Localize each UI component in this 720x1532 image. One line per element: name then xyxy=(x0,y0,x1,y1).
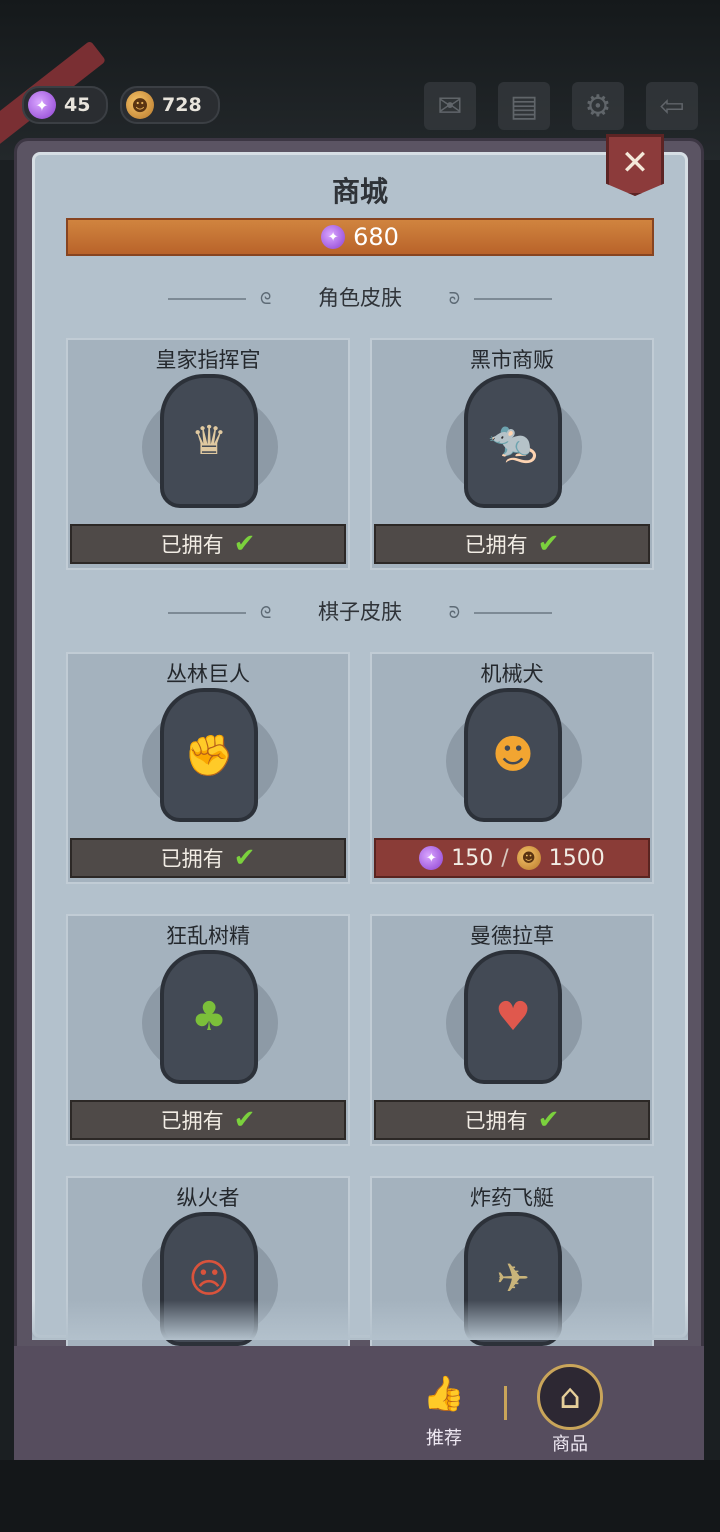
skin-card[interactable]: 丛林巨人 ✊ 已拥有 ✔ xyxy=(66,652,350,884)
skin-card[interactable]: 机械犬 ☻ ✦ 150 / ☻ 1500 xyxy=(370,652,654,884)
tab-goods[interactable]: ⌂ 商品 xyxy=(530,1364,610,1456)
skin-name: 皇家指挥官 xyxy=(155,348,261,372)
tab-goods-label: 商品 xyxy=(552,1434,588,1455)
gear-icon[interactable]: ⚙ xyxy=(572,82,624,130)
mech-dog-portrait: ☻ xyxy=(464,688,562,822)
skin-name: 机械犬 xyxy=(480,662,544,686)
section-header-character-skins: ᘓ 角色皮肤 ᘐ xyxy=(0,282,720,312)
close-button[interactable]: ✕ xyxy=(606,134,664,196)
owned-badge: 已拥有 ✔ xyxy=(70,838,346,878)
pumpkin-count: 728 xyxy=(162,94,202,116)
section-title: 棋子皮肤 xyxy=(318,600,402,624)
balance-bar: ✦ 680 xyxy=(66,218,654,256)
check-icon: ✔ xyxy=(537,529,560,559)
check-icon: ✔ xyxy=(233,843,256,873)
skin-name: 曼德拉草 xyxy=(470,924,554,948)
mandrake-portrait: ♥ xyxy=(464,950,562,1084)
skin-name: 丛林巨人 xyxy=(166,662,250,686)
swirl-icon: ᘓ xyxy=(260,289,272,308)
tab-recommend[interactable]: 👍 推荐 xyxy=(404,1364,484,1450)
skin-name: 狂乱树精 xyxy=(166,924,250,948)
skin-name: 纵火者 xyxy=(176,1186,240,1210)
exit-icon[interactable]: ⇦ xyxy=(646,82,698,130)
skin-card[interactable]: 黑市商贩 🐀 已拥有 ✔ xyxy=(370,338,654,570)
price-candy: 150 xyxy=(451,845,494,871)
close-icon: ✕ xyxy=(620,143,650,183)
owned-badge: 已拥有 ✔ xyxy=(374,524,650,564)
thumbs-up-icon: 👍 xyxy=(422,1374,466,1414)
owned-badge: 已拥有 ✔ xyxy=(374,1100,650,1140)
candy-count: 45 xyxy=(64,94,91,116)
balance-value: 680 xyxy=(353,223,399,251)
price-pumpkin: 1500 xyxy=(548,845,605,871)
royal-commander-portrait: ♛ xyxy=(160,374,258,508)
swirl-icon: ᘓ xyxy=(260,603,272,622)
price-button[interactable]: ✦ 150 / ☻ 1500 xyxy=(374,838,650,878)
tab-recommend-label: 推荐 xyxy=(426,1428,462,1449)
section-header-piece-skins: ᘓ 棋子皮肤 ᘐ xyxy=(0,596,720,626)
swirl-icon: ᘐ xyxy=(448,603,460,622)
check-icon: ✔ xyxy=(233,529,256,559)
pumpkin-icon: ☻ xyxy=(126,91,154,119)
nav-divider xyxy=(504,1386,507,1420)
check-icon: ✔ xyxy=(233,1105,256,1135)
pumpkin-counter: ☻ 728 xyxy=(120,86,220,124)
notes-icon[interactable]: ▤ xyxy=(498,82,550,130)
swirl-icon: ᘐ xyxy=(448,289,460,308)
frenzy-treant-portrait: ♣ xyxy=(160,950,258,1084)
skin-card[interactable]: 狂乱树精 ♣ 已拥有 ✔ xyxy=(66,914,350,1146)
owned-badge: 已拥有 ✔ xyxy=(70,524,346,564)
pumpkin-icon: ☻ xyxy=(516,846,541,870)
black-market-dealer-portrait: 🐀 xyxy=(464,374,562,508)
hud-icon-bar: ✉ ▤ ⚙ ⇦ xyxy=(424,82,698,130)
candy-counter: ✦ 45 xyxy=(22,86,108,124)
skin-name: 炸药飞艇 xyxy=(470,1186,554,1210)
skin-card[interactable]: 皇家指挥官 ♛ 已拥有 ✔ xyxy=(66,338,350,570)
jungle-giant-portrait: ✊ xyxy=(160,688,258,822)
candy-icon: ✦ xyxy=(419,846,444,870)
section-title: 角色皮肤 xyxy=(318,286,402,310)
candy-icon: ✦ xyxy=(28,91,56,119)
mail-icon[interactable]: ✉ xyxy=(424,82,476,130)
check-icon: ✔ xyxy=(537,1105,560,1135)
owned-badge: 已拥有 ✔ xyxy=(70,1100,346,1140)
bottom-background xyxy=(0,1460,720,1532)
skin-card[interactable]: 曼德拉草 ♥ 已拥有 ✔ xyxy=(370,914,654,1146)
candy-icon: ✦ xyxy=(321,225,346,249)
scroll-fade xyxy=(32,1300,688,1340)
shop-bag-icon: ⌂ xyxy=(537,1364,603,1430)
skin-name: 黑市商贩 xyxy=(470,348,554,372)
